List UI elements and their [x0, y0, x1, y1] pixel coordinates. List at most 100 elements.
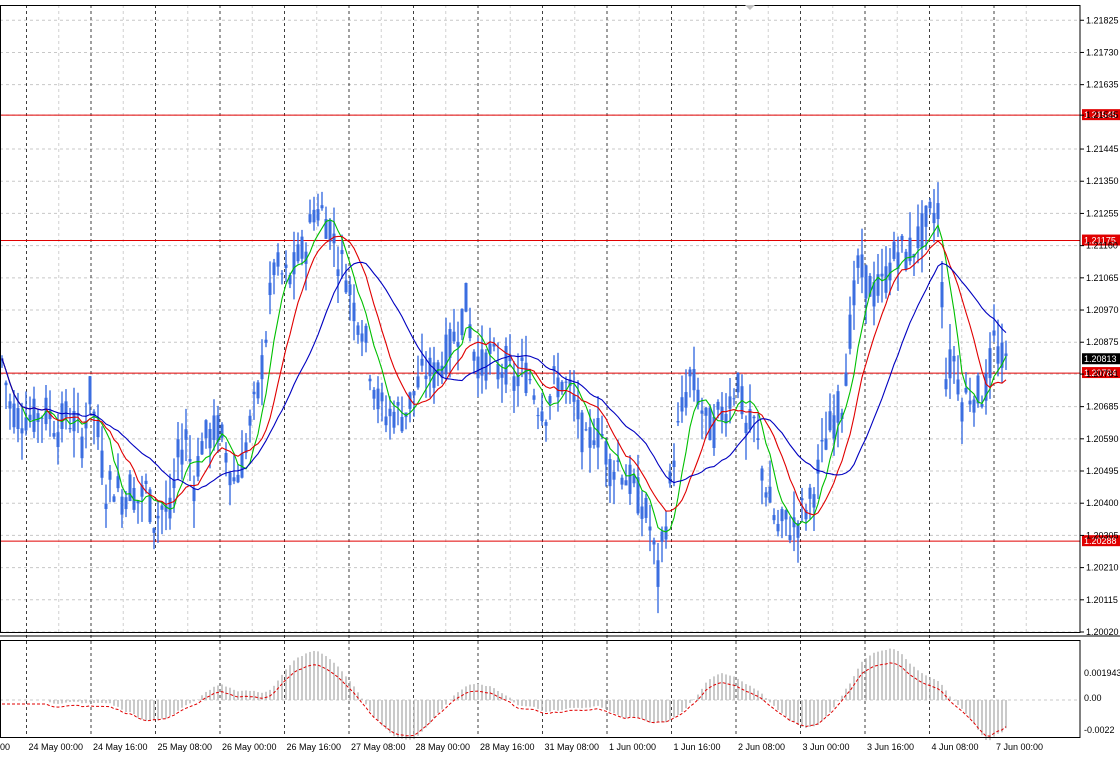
candle-body	[764, 492, 768, 498]
candle-body	[956, 379, 960, 395]
candle-body	[196, 456, 200, 477]
candle-body	[360, 333, 364, 342]
candle-body	[856, 255, 860, 268]
candle-body	[848, 314, 852, 349]
candle-body	[968, 400, 972, 405]
candle-body	[20, 428, 24, 434]
time-tick-label: 3 Jun 00:00	[803, 742, 850, 752]
candle-body	[588, 427, 592, 448]
candle-body	[844, 372, 848, 386]
candle-body	[56, 432, 60, 448]
candle-body	[904, 251, 908, 270]
price-tick-label: 1.20115	[1086, 595, 1118, 605]
candle-body	[900, 235, 904, 241]
candle-body	[104, 503, 108, 509]
candle-body	[368, 378, 372, 382]
candle-body	[548, 396, 552, 404]
candle-body	[328, 220, 332, 242]
candle-body	[768, 486, 772, 503]
candle-body	[820, 439, 824, 442]
candle-body	[32, 398, 36, 432]
candle-body	[316, 209, 320, 221]
candle-body	[344, 280, 348, 293]
candle-body	[296, 244, 300, 262]
candle-body	[396, 402, 400, 406]
candle-body	[664, 526, 668, 540]
oscillator-tick-label: 0.00	[1084, 693, 1102, 703]
candle-body	[160, 505, 164, 510]
candle-body	[836, 391, 840, 423]
candle-body	[524, 362, 528, 394]
candle-body	[556, 377, 560, 398]
candle-body	[480, 349, 484, 376]
time-tick-label: 00	[0, 742, 10, 752]
candle-body	[824, 438, 828, 450]
candle-body	[612, 471, 616, 480]
candle-body	[832, 415, 836, 439]
candle-body	[116, 476, 120, 489]
candle-body	[948, 349, 952, 379]
candle-body	[788, 535, 792, 540]
candle-body	[648, 526, 652, 531]
price-tick-label: 1.21350	[1086, 176, 1119, 186]
trading-chart-window[interactable]: 1.215451.211751.207841.202881.20813 0.00…	[0, 0, 1120, 758]
candle-body	[208, 429, 212, 449]
candle-body	[356, 325, 360, 335]
candle-body	[284, 264, 288, 268]
candle-body	[228, 472, 232, 486]
price-tick-label: 1.21730	[1086, 47, 1119, 57]
candle-body	[276, 252, 280, 267]
candle-body	[808, 487, 812, 499]
price-tick-label: 1.20210	[1086, 563, 1119, 573]
candle-body	[604, 441, 608, 465]
candle-body	[456, 341, 460, 347]
candle-body	[80, 436, 84, 459]
candle-body	[188, 459, 192, 462]
candle-body	[68, 428, 72, 430]
price-tick-label: 1.20875	[1086, 337, 1119, 347]
price-tick-label: 1.20400	[1086, 498, 1119, 508]
candle-body	[924, 205, 928, 227]
candle-body	[108, 471, 112, 480]
candle-body	[852, 280, 856, 306]
candle-body	[660, 531, 664, 542]
candle-body	[860, 254, 864, 278]
candle-body	[780, 509, 784, 522]
time-tick-label: 27 May 08:00	[351, 742, 406, 752]
candle-body	[452, 331, 456, 342]
candle-body	[308, 214, 312, 223]
candle-body	[268, 282, 272, 296]
price-tick-label: 1.20970	[1086, 305, 1119, 315]
candle-body	[864, 265, 868, 299]
candle-body	[24, 417, 28, 431]
candle-body	[628, 464, 632, 494]
candle-body	[692, 369, 696, 391]
candle-body	[100, 450, 104, 478]
candle-body	[500, 372, 504, 378]
candle-body	[680, 397, 684, 412]
candle-body	[728, 396, 732, 409]
candle-body	[52, 433, 56, 437]
candle-body	[676, 420, 680, 423]
candle-body	[880, 273, 884, 277]
candle-body	[652, 540, 656, 545]
candle-body	[376, 388, 380, 410]
oscillator-tick-label: -0.0022	[1084, 725, 1115, 735]
candle-body	[960, 402, 964, 422]
candle-body	[176, 439, 180, 458]
candle-body	[16, 408, 20, 430]
candle-body	[672, 460, 676, 468]
candle-body	[340, 250, 344, 255]
candle-body	[444, 334, 448, 375]
candle-body	[172, 479, 176, 489]
candle-body	[112, 496, 116, 502]
candle-body	[624, 480, 628, 486]
time-tick-label: 4 Jun 08:00	[932, 742, 979, 752]
candle-body	[96, 420, 100, 438]
candle-body	[320, 205, 324, 209]
candle-body	[180, 449, 184, 465]
candle-body	[264, 339, 268, 343]
time-tick-label: 1 Jun 00:00	[609, 742, 656, 752]
candle-body	[708, 407, 712, 441]
candle-body	[732, 398, 736, 400]
